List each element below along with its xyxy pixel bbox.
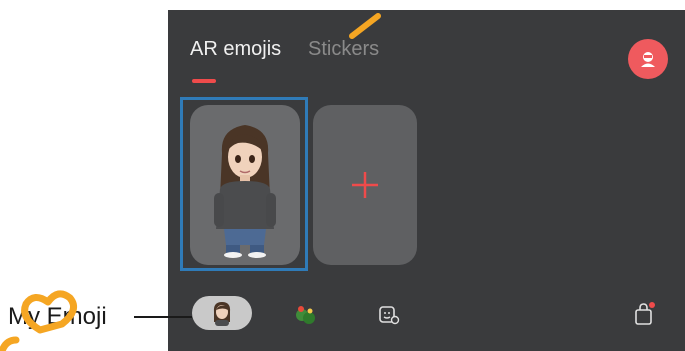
profile-button[interactable] bbox=[628, 39, 668, 79]
my-emoji-button[interactable] bbox=[192, 296, 252, 330]
plus-icon bbox=[352, 172, 378, 198]
sticker-icon bbox=[296, 306, 315, 324]
emoji-camera-icon bbox=[379, 306, 400, 325]
active-tab-indicator bbox=[192, 79, 216, 83]
sticker-button[interactable] bbox=[290, 302, 320, 328]
highlight-frame bbox=[180, 97, 308, 271]
emoji-camera-button[interactable] bbox=[375, 302, 403, 328]
avatar-thumbnail-icon bbox=[213, 302, 231, 326]
callout-leader-line bbox=[134, 316, 192, 318]
account-emoji-icon bbox=[641, 52, 655, 67]
tab-ar-emojis[interactable]: AR emojis bbox=[190, 38, 281, 61]
annotation-heart-icon bbox=[0, 290, 78, 351]
tab-stickers[interactable]: Stickers bbox=[308, 38, 379, 61]
shopping-bag-icon bbox=[635, 302, 655, 325]
add-emoji-button[interactable] bbox=[313, 105, 417, 265]
store-button[interactable] bbox=[630, 300, 658, 328]
